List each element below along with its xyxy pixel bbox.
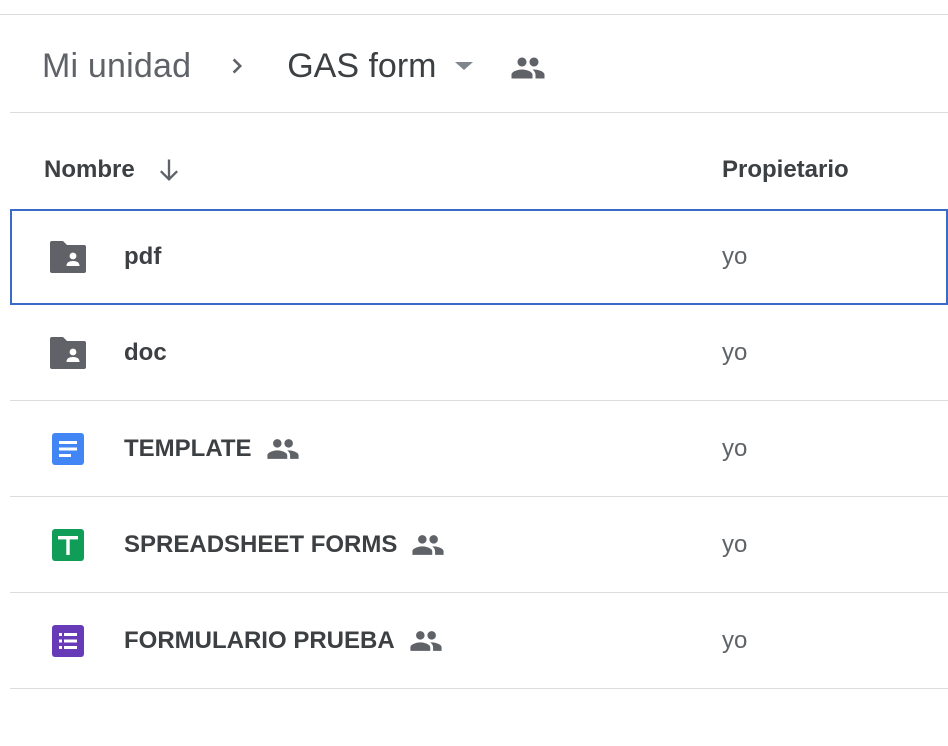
shared-folder-icon: [48, 239, 88, 275]
file-name: SPREADSHEET FORMS: [124, 528, 445, 562]
shared-people-icon: [266, 438, 299, 459]
file-name-label: SPREADSHEET FORMS: [124, 530, 398, 558]
file-row[interactable]: SPREADSHEET FORMS yo: [10, 497, 948, 593]
shared-folder-icon: [48, 335, 88, 371]
column-header-owner[interactable]: Propietario: [722, 150, 849, 190]
file-row[interactable]: TEMPLATE yo: [10, 401, 948, 497]
column-header-name[interactable]: Nombre: [44, 150, 183, 190]
breadcrumb: Mi unidad GAS form: [42, 40, 546, 92]
breadcrumb-current-folder[interactable]: GAS form: [287, 47, 476, 86]
google-forms-icon: [48, 623, 88, 659]
file-name: FORMULARIO PRUEBA: [124, 624, 443, 658]
file-owner: yo: [722, 626, 748, 654]
caret-down-icon: [455, 62, 474, 70]
header-divider: [10, 112, 948, 113]
breadcrumb-my-drive[interactable]: Mi unidad: [42, 47, 191, 86]
shared-people-icon: [410, 630, 442, 651]
file-name: doc: [124, 339, 167, 367]
column-header-owner-label: Propietario: [722, 156, 849, 183]
file-owner: yo: [722, 434, 748, 462]
file-row[interactable]: FORMULARIO PRUEBA yo: [10, 593, 948, 689]
file-owner: yo: [722, 242, 748, 270]
file-name-label: doc: [124, 338, 167, 366]
chevron-right-icon: [232, 58, 243, 74]
google-sheets-icon: [48, 527, 88, 563]
arrow-down-icon[interactable]: [155, 156, 183, 184]
shared-people-icon: [412, 534, 444, 555]
file-name-label: TEMPLATE: [124, 434, 252, 462]
file-name-label: pdf: [124, 242, 162, 270]
file-owner: yo: [722, 338, 748, 366]
top-divider: [0, 14, 948, 15]
file-list: pdf yo doc yo TEMPLATE yo SPREADSHEET FO…: [10, 209, 948, 689]
file-name: TEMPLATE: [124, 432, 300, 466]
file-owner: yo: [722, 530, 748, 558]
file-row[interactable]: pdf yo: [10, 209, 948, 305]
column-header-name-label: Nombre: [44, 156, 135, 183]
file-row[interactable]: doc yo: [10, 305, 948, 401]
breadcrumb-current-label: GAS form: [287, 46, 437, 85]
google-docs-icon: [48, 431, 88, 467]
file-name: pdf: [124, 243, 161, 271]
shared-people-icon: [511, 57, 545, 79]
file-name-label: FORMULARIO PRUEBA: [124, 626, 395, 654]
